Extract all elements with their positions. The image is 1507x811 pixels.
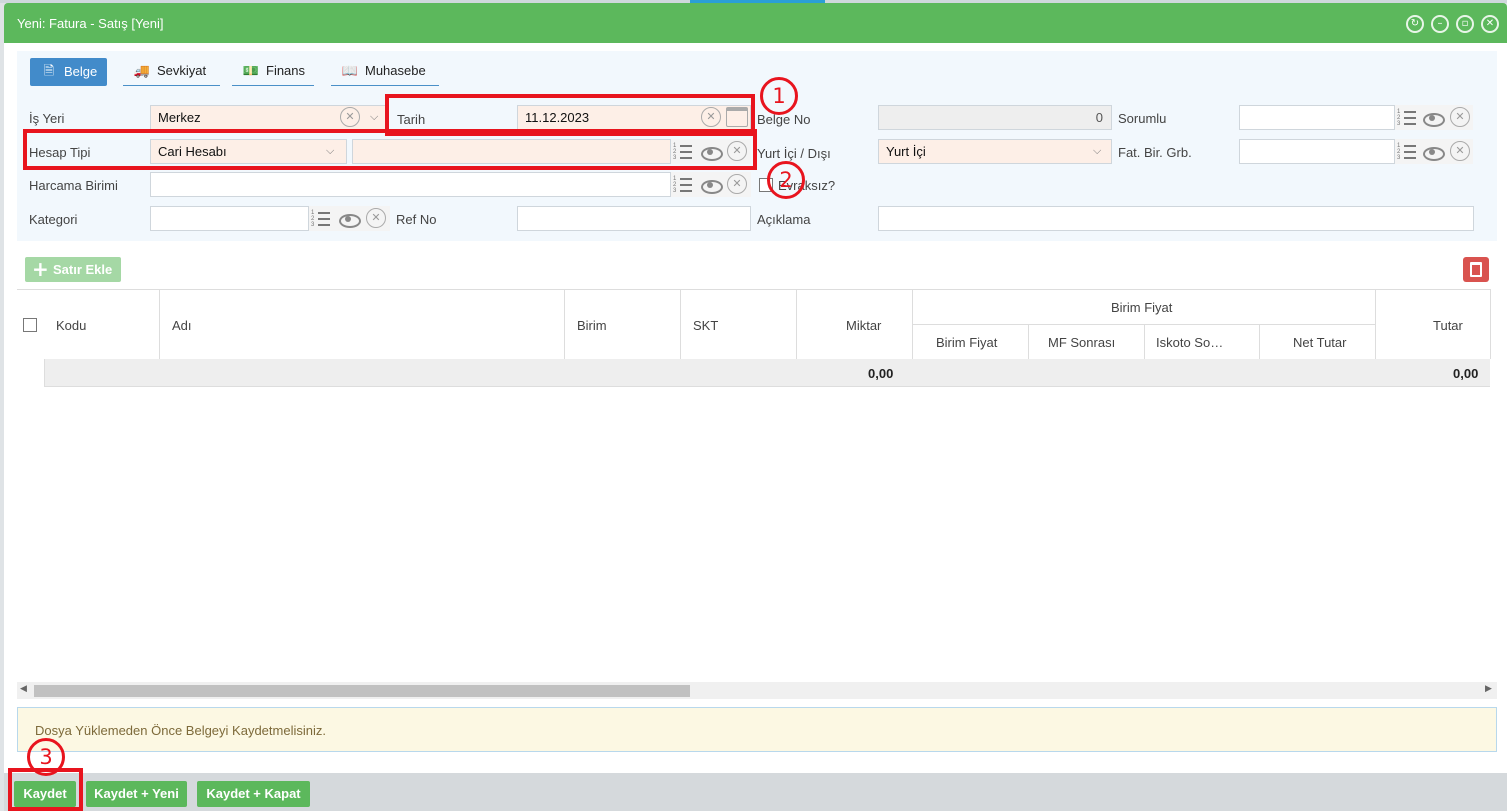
tab-sevkiyat[interactable]: 🚚 Sevkiyat (123, 58, 220, 86)
add-row-button[interactable]: + Satır Ekle (25, 257, 121, 282)
trash-icon (1470, 262, 1482, 277)
clear-icon[interactable]: ✕ (1450, 141, 1470, 161)
upload-warning: Dosya Yüklemeden Önce Belgeyi Kaydetmeli… (17, 707, 1497, 752)
belge-no-field: 0 (878, 105, 1112, 130)
list-icon[interactable]: 123 (310, 207, 332, 231)
col-miktar[interactable]: Miktar (846, 318, 881, 333)
yurt-label: Yurt İçi / Dışı (757, 146, 831, 161)
col-kodu[interactable]: Kodu (56, 318, 86, 333)
aciklama-label: Açıklama (757, 212, 811, 227)
book-icon: 📖 (341, 64, 359, 79)
clear-icon[interactable]: ✕ (340, 107, 360, 127)
yurt-select[interactable]: Yurt İçi (878, 139, 1112, 164)
col-divider (912, 289, 913, 359)
col-net-tutar[interactable]: Net Tutar (1293, 335, 1346, 350)
col-group-birim-fiyat: Birim Fiyat (1111, 300, 1173, 315)
scroll-left-icon[interactable]: ◀ (20, 684, 27, 694)
scrollbar-thumb[interactable] (34, 685, 690, 697)
chevron-down-icon[interactable]: ⌵ (1093, 144, 1101, 158)
refresh-icon[interactable]: ↻ (1406, 15, 1424, 33)
chevron-down-icon[interactable]: ⌵ (370, 110, 378, 124)
col-iskoto[interactable]: Iskoto So… (1156, 335, 1223, 350)
col-mf-sonrasi[interactable]: MF Sonrası (1048, 335, 1115, 350)
annotation-marker-2: 2 (767, 161, 805, 199)
annotation-marker-1: 1 (760, 77, 798, 115)
list-icon[interactable]: 123 (1396, 140, 1418, 164)
money-icon: 💵 (242, 64, 260, 79)
tab-bar: 🗎 Belge 🚚 Sevkiyat 💵 Finans 📖 Muhasebe (17, 51, 1497, 93)
col-divider (1028, 324, 1029, 359)
select-all-checkbox[interactable] (23, 318, 37, 332)
col-divider (1259, 324, 1260, 359)
tab-belge[interactable]: 🗎 Belge (30, 58, 107, 86)
add-row-label: Satır Ekle (53, 262, 113, 277)
save-new-button[interactable]: Kaydet + Yeni (86, 781, 187, 807)
tab-label: Belge (64, 64, 98, 79)
eye-icon[interactable] (1421, 140, 1445, 164)
harcama-birimi-input[interactable] (150, 172, 751, 197)
grid-panel (17, 250, 1497, 698)
col-birim[interactable]: Birim (577, 318, 607, 333)
ref-no-input[interactable] (517, 206, 751, 231)
delete-button[interactable] (1463, 257, 1489, 282)
document-icon: 🗎 (43, 64, 55, 79)
list-icon[interactable]: 123 (672, 173, 694, 197)
clear-icon[interactable]: ✕ (366, 208, 386, 228)
scroll-right-icon[interactable]: ▶ (1485, 684, 1492, 694)
yurt-value: Yurt İçi (886, 144, 926, 159)
sorumlu-label: Sorumlu (1118, 111, 1167, 126)
annotation-marker-3: 3 (27, 738, 65, 776)
tab-finans[interactable]: 💵 Finans (232, 58, 314, 86)
col-skt[interactable]: SKT (693, 318, 718, 333)
harcama-birimi-label: Harcama Birimi (29, 178, 118, 193)
col-divider (1490, 289, 1491, 359)
window-title: Yeni: Fatura - Satış [Yeni] (17, 16, 164, 31)
total-miktar: 0,00 (868, 366, 894, 381)
tab-label: Muhasebe (365, 63, 426, 78)
belge-no-value: 0 (1095, 110, 1103, 125)
ref-no-label: Ref No (396, 212, 437, 227)
col-divider (796, 289, 797, 359)
col-tutar[interactable]: Tutar (1433, 318, 1463, 333)
grid-header-top-border (17, 289, 1490, 290)
truck-icon: 🚚 (133, 64, 151, 79)
eye-icon[interactable] (699, 173, 723, 197)
close-icon[interactable]: ✕ (1481, 15, 1499, 33)
aciklama-input[interactable] (878, 206, 1474, 231)
eye-icon[interactable] (337, 207, 361, 231)
col-divider (159, 289, 160, 359)
annotation-box-2 (23, 129, 757, 170)
fat-bir-grb-label: Fat. Bir. Grb. (1118, 145, 1192, 160)
tab-label: Finans (266, 63, 306, 78)
list-icon[interactable]: 123 (1396, 106, 1418, 130)
col-divider (564, 289, 565, 359)
col-divider (680, 289, 681, 359)
maximize-icon[interactable]: ▫ (1456, 15, 1474, 33)
grid-total-cell (17, 359, 45, 387)
col-divider (1375, 289, 1376, 359)
window-titlebar: Yeni: Fatura - Satış [Yeni] ↻ – ▫ ✕ (4, 3, 1507, 43)
plus-icon: + (32, 257, 49, 281)
clear-icon[interactable]: ✕ (1450, 107, 1470, 127)
is-yeri-label: İş Yeri (29, 111, 65, 126)
tab-label: Sevkiyat (157, 63, 207, 78)
col-birim-fiyat[interactable]: Birim Fiyat (936, 335, 997, 350)
total-tutar: 0,00 (1453, 366, 1479, 381)
save-close-button[interactable]: Kaydet + Kapat (197, 781, 310, 807)
minimize-icon[interactable]: – (1431, 15, 1449, 33)
tab-muhasebe[interactable]: 📖 Muhasebe (331, 58, 439, 86)
col-divider (1144, 324, 1145, 359)
kategori-label: Kategori (29, 212, 78, 227)
grid-total-row (17, 359, 1490, 387)
is-yeri-value: Merkez (158, 110, 201, 125)
clear-icon[interactable]: ✕ (727, 174, 747, 194)
eye-icon[interactable] (1421, 106, 1445, 130)
col-adi[interactable]: Adı (172, 318, 192, 333)
